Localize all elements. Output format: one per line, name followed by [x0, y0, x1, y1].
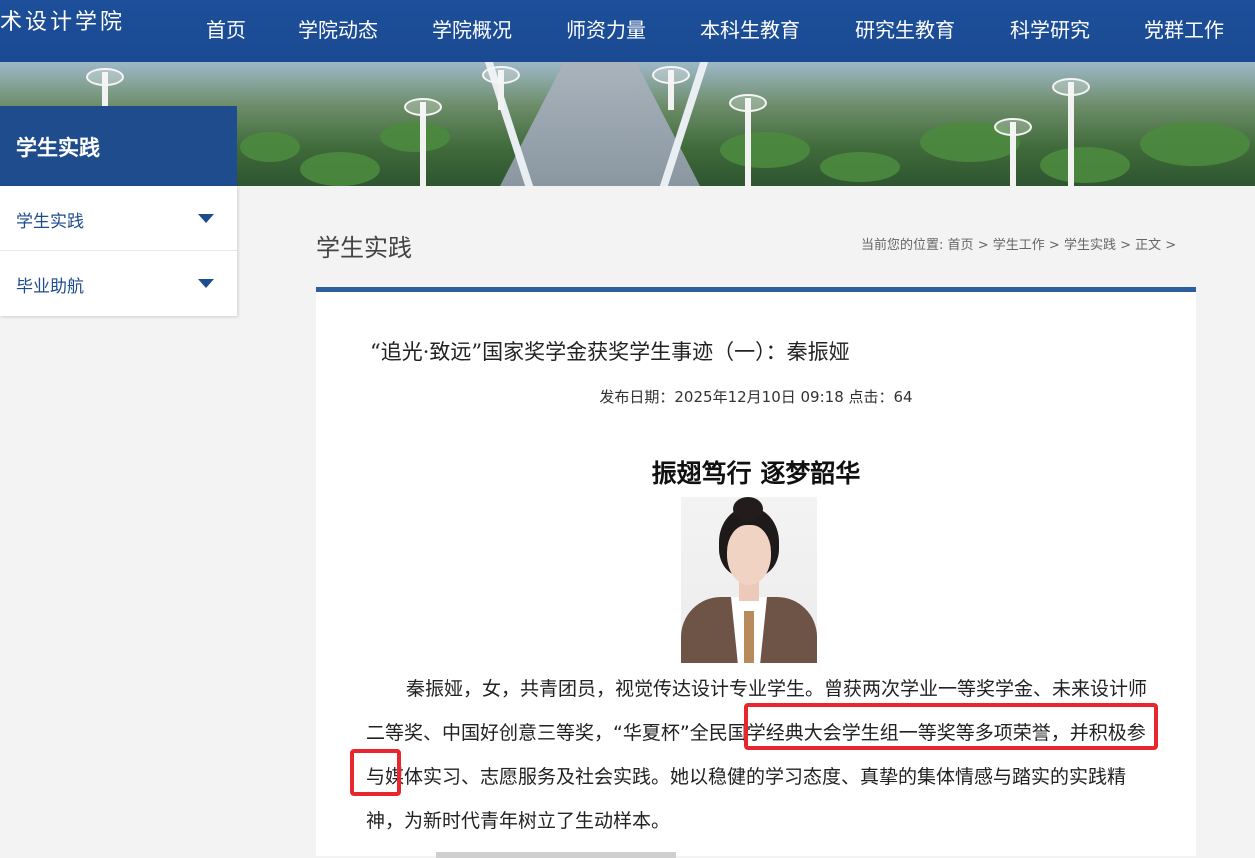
nav-item-overview[interactable]: 学院概况: [432, 16, 512, 44]
article-title: “追光·致远”国家奖学金获奖学生事迹（一）：秦振娅: [370, 340, 850, 364]
main-nav: 首页 学院动态 学院概况 师资力量 本科生教育 研究生教育 科学研究 党群工作: [0, 0, 1255, 62]
breadcrumb-prefix: 当前您的位置:: [861, 238, 944, 253]
nav-item-undergrad[interactable]: 本科生教育: [700, 16, 800, 44]
breadcrumb: 当前您的位置: 首页 > 学生工作 > 学生实践 > 正文 >: [861, 234, 1176, 253]
article-meta: 发布日期：2025年12月10日 09:18 点击：64: [599, 388, 913, 406]
nav-item-research[interactable]: 科学研究: [1010, 16, 1090, 44]
sidebar-item-student-practice[interactable]: 学生实践: [0, 186, 237, 250]
breadcrumb-link-home[interactable]: 首页: [948, 238, 974, 253]
article-paragraph: 秦振娅，女，共青团员，视觉传达设计专业学生。曾获两次学业一等奖学金、未来设计师二…: [366, 667, 1156, 843]
sidebar-item-label: 学生实践: [16, 212, 84, 232]
breadcrumb-link-student-work[interactable]: 学生工作: [993, 238, 1045, 253]
breadcrumb-separator: >: [977, 238, 989, 253]
sidebar-menu: 学生实践 毕业助航: [0, 186, 237, 316]
sidebar-header: 学生实践: [0, 106, 237, 186]
breadcrumb-link-student-practice[interactable]: 学生实践: [1064, 238, 1116, 253]
student-portrait-image: [681, 497, 817, 663]
next-section-heading-cutoff: [436, 852, 676, 858]
page-title: 学生实践: [316, 234, 412, 262]
nav-item-news[interactable]: 学院动态: [298, 16, 378, 44]
breadcrumb-separator: >: [1120, 238, 1131, 253]
caret-down-icon[interactable]: [198, 279, 214, 288]
nav-item-graduate[interactable]: 研究生教育: [855, 16, 955, 44]
breadcrumb-separator: >: [1165, 238, 1177, 253]
nav-item-faculty[interactable]: 师资力量: [566, 16, 646, 44]
sidebar-item-label: 毕业助航: [16, 277, 84, 297]
breadcrumb-link-body[interactable]: 正文: [1135, 238, 1161, 253]
nav-item-home[interactable]: 首页: [206, 16, 246, 44]
sidebar-title: 学生实践: [16, 136, 100, 160]
nav-item-party[interactable]: 党群工作: [1144, 16, 1224, 44]
article-body: “追光·致远”国家奖学金获奖学生事迹（一）：秦振娅 发布日期：2025年12月1…: [316, 292, 1196, 858]
sidebar-item-graduation-guide[interactable]: 毕业助航: [0, 250, 237, 315]
article-subtitle: 振翅笃行 逐梦韶华: [651, 459, 861, 488]
caret-down-icon[interactable]: [198, 214, 214, 223]
top-nav-bar: 术设计学院 首页 学院动态 学院概况 师资力量 本科生教育 研究生教育 科学研究…: [0, 0, 1255, 62]
article-paragraph-text: 秦振娅，女，共青团员，视觉传达设计专业学生。曾获两次学业一等奖学金、未来设计师二…: [366, 678, 1148, 832]
breadcrumb-separator: >: [1048, 238, 1060, 253]
